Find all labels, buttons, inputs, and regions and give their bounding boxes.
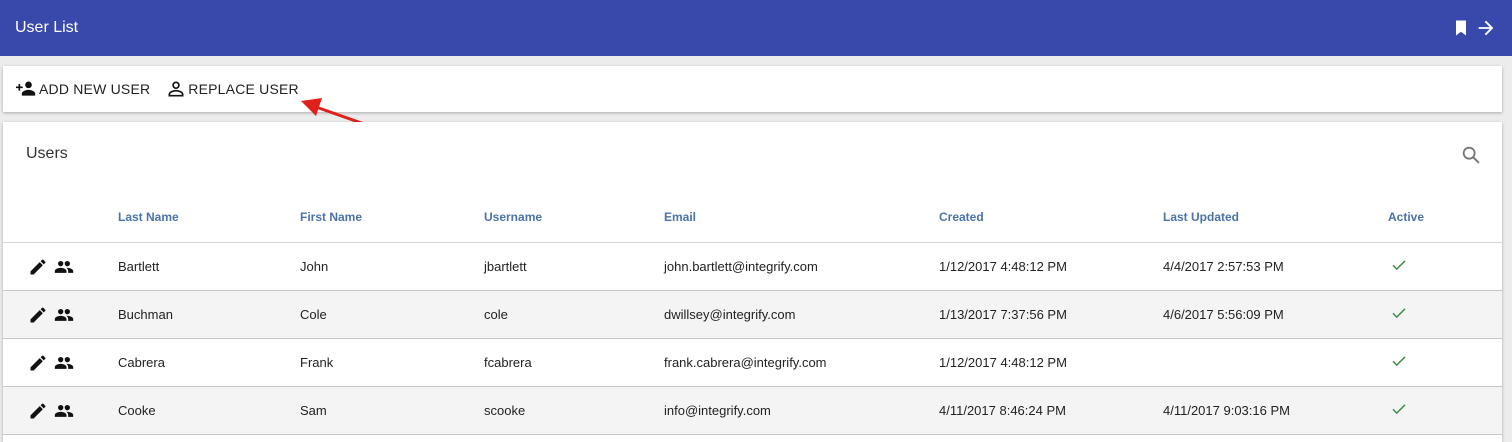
- check-icon: [1390, 356, 1408, 373]
- cell-username: jbartlett: [484, 242, 664, 291]
- cell-first-name: Cole: [300, 290, 484, 339]
- column-header-active[interactable]: Active: [1388, 192, 1502, 243]
- cell-last-name: Cooke: [118, 386, 300, 435]
- people-icon[interactable]: [52, 257, 76, 277]
- add-new-user-label: ADD NEW USER: [39, 81, 151, 97]
- column-header-last-updated[interactable]: Last Updated: [1163, 192, 1388, 243]
- bookmark-icon[interactable]: [1451, 18, 1471, 38]
- cell-last-updated: [1163, 338, 1388, 387]
- cell-email: info@integrify.com: [664, 386, 939, 435]
- app-bar-actions: [1451, 17, 1497, 39]
- cell-username: fcabrera: [484, 338, 664, 387]
- cell-last-updated: 4/4/2017 2:57:53 PM: [1163, 242, 1388, 291]
- replace-user-label: REPLACE USER: [188, 81, 299, 97]
- pencil-icon[interactable]: [28, 401, 48, 421]
- column-header-username[interactable]: Username: [484, 192, 664, 243]
- cell-username: cole: [484, 290, 664, 339]
- user-toolbar: ADD NEW USER REPLACE USER: [3, 66, 1502, 112]
- column-header-first-name[interactable]: First Name: [300, 192, 484, 243]
- pencil-icon[interactable]: [28, 305, 48, 325]
- page-title: User List: [15, 19, 79, 36]
- cell-last-updated: 4/6/2017 5:56:09 PM: [1163, 290, 1388, 339]
- cell-first-name: John: [300, 242, 484, 291]
- cell-first-name: Sam: [300, 386, 484, 435]
- table-row[interactable]: Cabrera Frank fcabrera frank.cabrera@int…: [3, 338, 1502, 387]
- people-icon[interactable]: [52, 353, 76, 373]
- cell-created: 1/12/2017 4:48:12 PM: [939, 338, 1163, 387]
- cell-email: dwillsey@integrify.com: [664, 290, 939, 339]
- pencil-icon[interactable]: [28, 257, 48, 277]
- column-header-last-name[interactable]: Last Name: [118, 192, 300, 243]
- arrow-right-icon[interactable]: [1475, 17, 1497, 39]
- cell-username: scooke: [484, 386, 664, 435]
- users-table: Last Name First Name Username Email Crea…: [3, 192, 1502, 435]
- table-row[interactable]: Buchman Cole cole dwillsey@integrify.com…: [3, 290, 1502, 339]
- check-icon: [1390, 404, 1408, 421]
- cell-created: 1/12/2017 4:48:12 PM: [939, 242, 1163, 291]
- table-header-row: Last Name First Name Username Email Crea…: [3, 192, 1502, 243]
- add-new-user-button[interactable]: ADD NEW USER: [15, 79, 150, 99]
- pencil-icon[interactable]: [28, 353, 48, 373]
- person-add-icon: [15, 79, 37, 99]
- cell-last-name: Cabrera: [118, 338, 300, 387]
- cell-last-name: Bartlett: [118, 242, 300, 291]
- table-row[interactable]: Cooke Sam scooke info@integrify.com 4/11…: [3, 386, 1502, 435]
- cell-last-name: Buchman: [118, 290, 300, 339]
- cell-created: 1/13/2017 7:37:56 PM: [939, 290, 1163, 339]
- table-row[interactable]: Bartlett John jbartlett john.bartlett@in…: [3, 242, 1502, 291]
- users-card: Users Last Name First Name Username Emai…: [3, 122, 1502, 442]
- cell-email: john.bartlett@integrify.com: [664, 242, 939, 291]
- cell-last-updated: 4/11/2017 9:03:16 PM: [1163, 386, 1388, 435]
- check-icon: [1390, 260, 1408, 277]
- column-header-created[interactable]: Created: [939, 192, 1163, 243]
- app-bar: User List: [0, 0, 1512, 56]
- people-icon[interactable]: [52, 401, 76, 421]
- person-outline-icon: [166, 79, 186, 99]
- cell-created: 4/11/2017 8:46:24 PM: [939, 386, 1163, 435]
- cell-email: frank.cabrera@integrify.com: [664, 338, 939, 387]
- column-header-email[interactable]: Email: [664, 192, 939, 243]
- search-icon[interactable]: [1460, 144, 1482, 171]
- cell-first-name: Frank: [300, 338, 484, 387]
- replace-user-button[interactable]: REPLACE USER: [166, 79, 299, 99]
- column-header-actions: [3, 192, 118, 243]
- people-icon[interactable]: [52, 305, 76, 325]
- card-title: Users: [26, 145, 68, 162]
- check-icon: [1390, 308, 1408, 325]
